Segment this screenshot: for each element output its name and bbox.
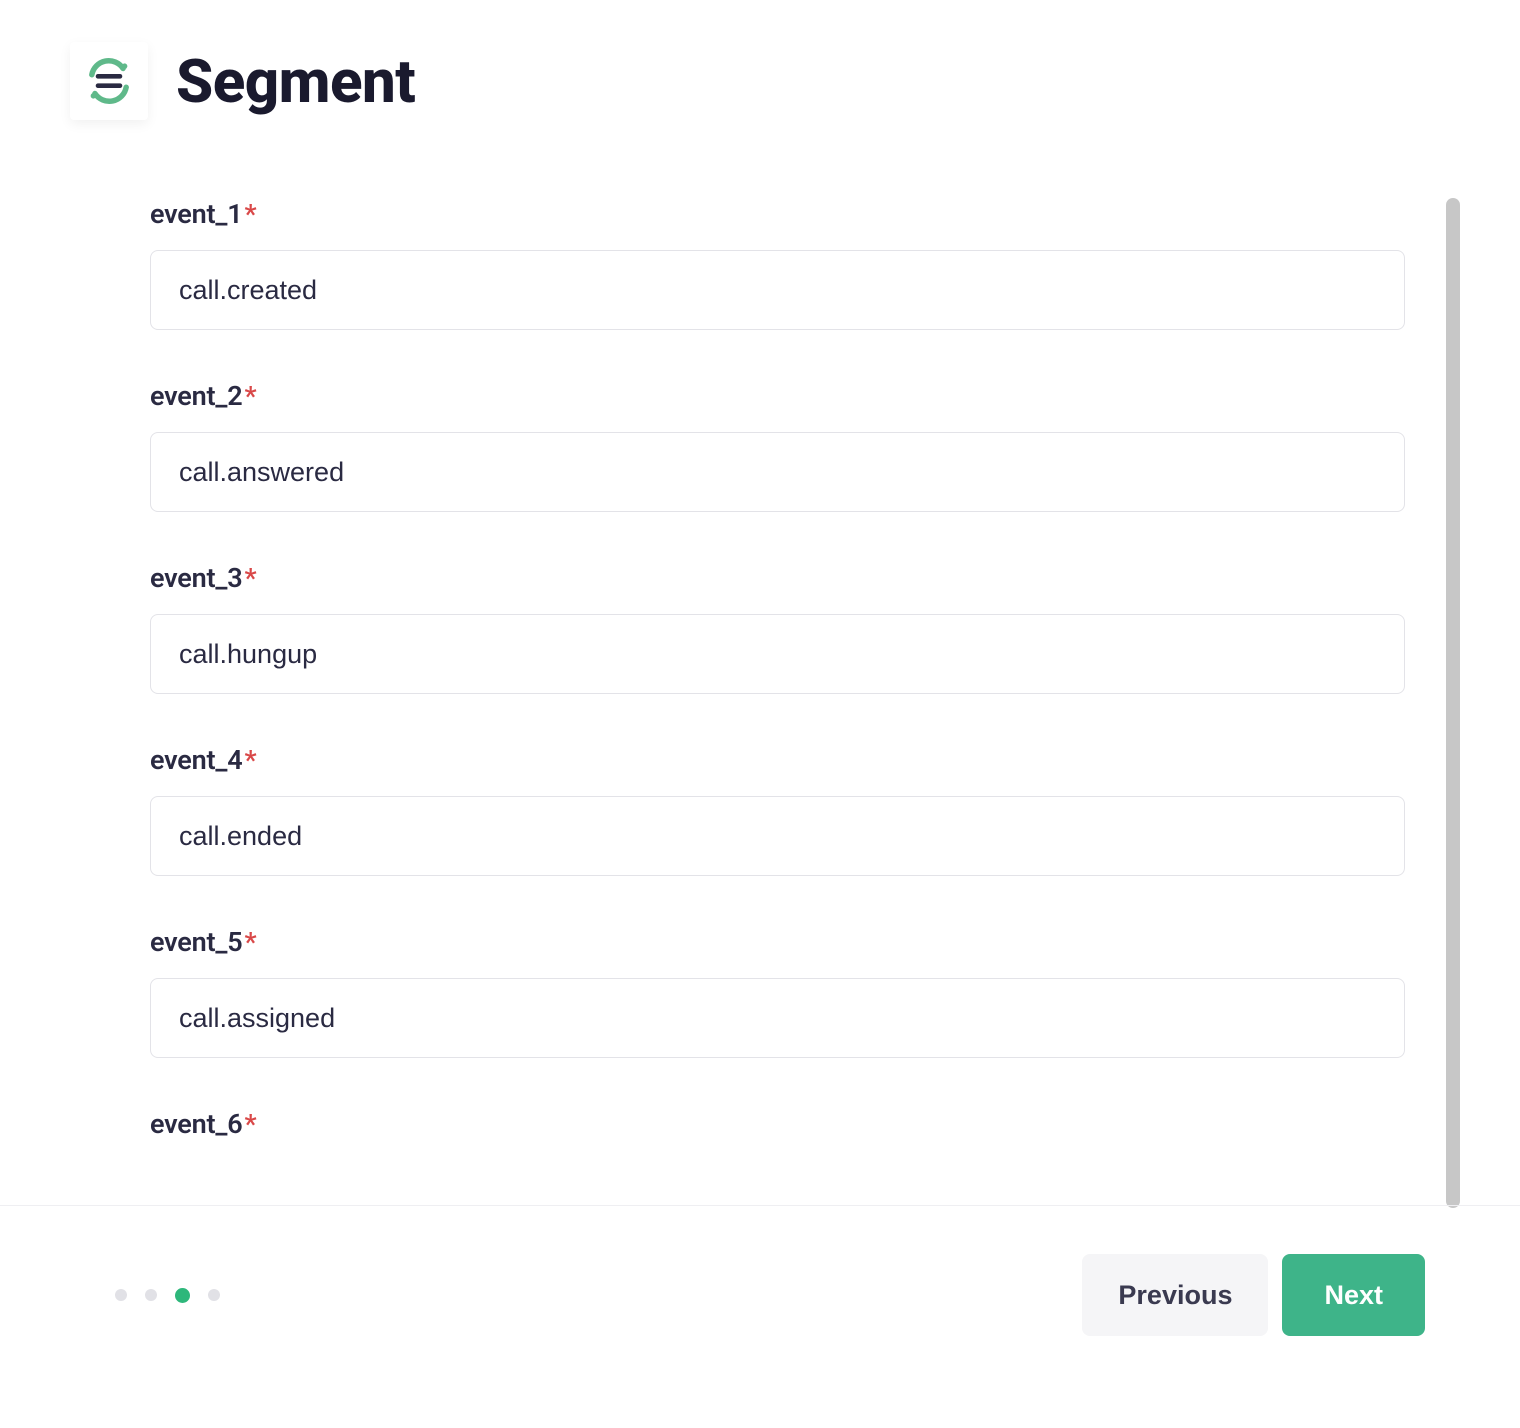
field-label: event_6* [150,1108,1405,1140]
field-event-6: event_6* [150,1108,1405,1140]
field-label: event_2* [150,380,1405,412]
footer: Previous Next [0,1205,1520,1336]
footer-buttons: Previous Next [1082,1254,1460,1336]
step-dot-1 [115,1289,127,1301]
field-label: event_5* [150,926,1405,958]
step-dot-3 [175,1288,190,1303]
form-scroll[interactable]: event_1* event_2* event_3* event_4* even… [150,198,1405,1208]
step-dot-4 [208,1289,220,1301]
field-event-4: event_4* [150,744,1405,876]
field-input-event-1[interactable] [150,250,1405,330]
page-header: Segment [60,42,1460,120]
next-button[interactable]: Next [1282,1254,1425,1336]
field-label: event_4* [150,744,1405,776]
field-input-event-5[interactable] [150,978,1405,1058]
field-label: event_1* [150,198,1405,230]
page-title: Segment [176,46,415,117]
field-input-event-2[interactable] [150,432,1405,512]
field-event-5: event_5* [150,926,1405,1058]
field-event-1: event_1* [150,198,1405,330]
field-event-2: event_2* [150,380,1405,512]
form-area: event_1* event_2* event_3* event_4* even… [60,198,1460,1208]
field-input-event-4[interactable] [150,796,1405,876]
field-label: event_3* [150,562,1405,594]
step-dot-2 [145,1289,157,1301]
field-event-3: event_3* [150,562,1405,694]
scrollbar[interactable] [1446,198,1460,1208]
segment-logo [70,42,148,120]
previous-button[interactable]: Previous [1082,1254,1268,1336]
segment-icon [84,56,134,106]
step-indicator [60,1288,220,1303]
field-input-event-3[interactable] [150,614,1405,694]
scrollbar-thumb[interactable] [1446,198,1460,1208]
